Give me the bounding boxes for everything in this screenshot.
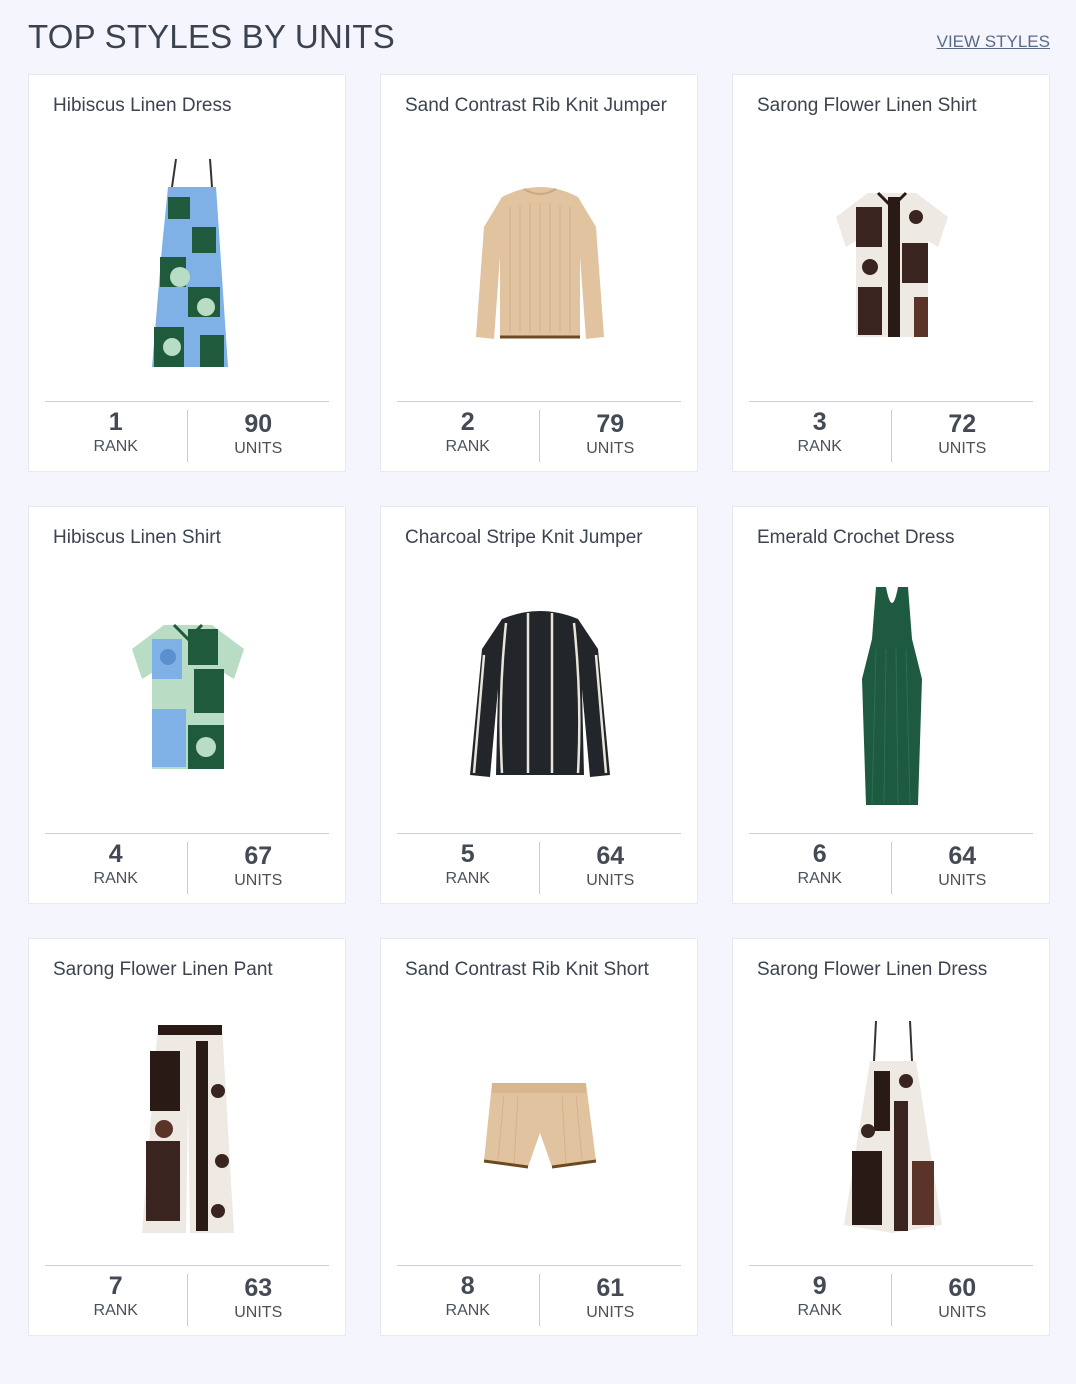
- product-card[interactable]: Sarong Flower Linen Shirt 3 RANK 72 UNIT…: [732, 74, 1050, 472]
- short-image: [440, 1011, 640, 1241]
- product-stats: 6 RANK 64 UNITS: [749, 833, 1033, 894]
- units-label: UNITS: [938, 440, 987, 457]
- product-card[interactable]: Charcoal Stripe Knit Jumper 5 RANK 64 UN…: [380, 506, 698, 904]
- rank-label: RANK: [797, 870, 842, 887]
- units-stat: 64 UNITS: [890, 842, 1034, 894]
- rank-stat: 8 RANK: [397, 1266, 539, 1326]
- rank-stat: 9 RANK: [749, 1266, 891, 1326]
- units-value: 72: [948, 410, 977, 438]
- rank-stat: 3 RANK: [749, 402, 891, 462]
- product-name: Emerald Crochet Dress: [757, 527, 955, 548]
- dress-image: [792, 1011, 992, 1241]
- dress-image: [792, 579, 992, 809]
- view-styles-link[interactable]: VIEW STYLES: [937, 32, 1050, 52]
- shirt-image: [88, 579, 288, 809]
- product-card[interactable]: Sand Contrast Rib Knit Jumper 2 RANK 79 …: [380, 74, 698, 472]
- units-value: 63: [244, 1274, 273, 1302]
- units-label: UNITS: [234, 1304, 283, 1321]
- rank-value: 2: [460, 408, 475, 436]
- units-value: 60: [948, 1274, 977, 1302]
- product-stats: 7 RANK 63 UNITS: [45, 1265, 329, 1326]
- product-stats: 5 RANK 64 UNITS: [397, 833, 681, 894]
- units-value: 64: [948, 842, 977, 870]
- product-name: Sarong Flower Linen Pant: [53, 959, 273, 980]
- product-name: Hibiscus Linen Dress: [53, 95, 232, 116]
- rank-label: RANK: [445, 1302, 490, 1319]
- rank-stat: 7 RANK: [45, 1266, 187, 1326]
- pant-image: [88, 1011, 288, 1241]
- rank-value: 4: [108, 840, 123, 868]
- page-header: TOP STYLES BY UNITS VIEW STYLES: [28, 16, 1050, 60]
- product-card[interactable]: Hibiscus Linen Shirt 4 RANK 67 UNITS: [28, 506, 346, 904]
- rank-value: 9: [812, 1272, 827, 1300]
- jumper-image: [440, 579, 640, 809]
- rank-value: 5: [460, 840, 475, 868]
- rank-stat: 1 RANK: [45, 402, 187, 462]
- product-stats: 3 RANK 72 UNITS: [749, 401, 1033, 462]
- dress-image: [88, 147, 288, 377]
- units-label: UNITS: [586, 440, 635, 457]
- jumper-image: [440, 147, 640, 377]
- rank-stat: 5 RANK: [397, 834, 539, 894]
- rank-label: RANK: [93, 870, 138, 887]
- units-label: UNITS: [938, 872, 987, 889]
- units-stat: 67 UNITS: [186, 842, 330, 894]
- product-name: Sarong Flower Linen Shirt: [757, 95, 977, 116]
- units-label: UNITS: [586, 1304, 635, 1321]
- product-stats: 4 RANK 67 UNITS: [45, 833, 329, 894]
- rank-value: 1: [108, 408, 123, 436]
- units-stat: 60 UNITS: [890, 1274, 1034, 1326]
- rank-label: RANK: [797, 1302, 842, 1319]
- product-name: Hibiscus Linen Shirt: [53, 527, 221, 548]
- rank-value: 7: [108, 1272, 123, 1300]
- rank-label: RANK: [93, 438, 138, 455]
- rank-stat: 4 RANK: [45, 834, 187, 894]
- units-value: 64: [596, 842, 625, 870]
- rank-value: 3: [812, 408, 827, 436]
- units-stat: 72 UNITS: [890, 410, 1034, 462]
- units-stat: 64 UNITS: [538, 842, 682, 894]
- rank-label: RANK: [445, 438, 490, 455]
- units-stat: 63 UNITS: [186, 1274, 330, 1326]
- product-grid: Hibiscus Linen Dress 1 RANK 90 UNITS San…: [28, 74, 1050, 1336]
- product-card[interactable]: Emerald Crochet Dress 6 RANK 64 UNITS: [732, 506, 1050, 904]
- rank-stat: 6 RANK: [749, 834, 891, 894]
- product-name: Sand Contrast Rib Knit Jumper: [405, 95, 667, 116]
- product-card[interactable]: Sarong Flower Linen Dress 9 RANK 60 UNIT…: [732, 938, 1050, 1336]
- product-stats: 8 RANK 61 UNITS: [397, 1265, 681, 1326]
- units-value: 67: [244, 842, 273, 870]
- units-value: 90: [244, 410, 273, 438]
- units-stat: 90 UNITS: [186, 410, 330, 462]
- product-stats: 9 RANK 60 UNITS: [749, 1265, 1033, 1326]
- units-label: UNITS: [938, 1304, 987, 1321]
- rank-label: RANK: [445, 870, 490, 887]
- shirt-image: [792, 147, 992, 377]
- units-value: 61: [596, 1274, 625, 1302]
- rank-label: RANK: [93, 1302, 138, 1319]
- product-stats: 1 RANK 90 UNITS: [45, 401, 329, 462]
- units-value: 79: [596, 410, 625, 438]
- product-name: Sand Contrast Rib Knit Short: [405, 959, 649, 980]
- product-name: Charcoal Stripe Knit Jumper: [405, 527, 643, 548]
- units-stat: 61 UNITS: [538, 1274, 682, 1326]
- product-card[interactable]: Sand Contrast Rib Knit Short 8 RANK 61 U…: [380, 938, 698, 1336]
- product-stats: 2 RANK 79 UNITS: [397, 401, 681, 462]
- product-name: Sarong Flower Linen Dress: [757, 959, 988, 980]
- product-card[interactable]: Sarong Flower Linen Pant 7 RANK 63 UNITS: [28, 938, 346, 1336]
- rank-stat: 2 RANK: [397, 402, 539, 462]
- page-title: TOP STYLES BY UNITS: [28, 18, 395, 55]
- units-label: UNITS: [586, 872, 635, 889]
- units-label: UNITS: [234, 440, 283, 457]
- rank-value: 6: [812, 840, 827, 868]
- units-label: UNITS: [234, 872, 283, 889]
- rank-value: 8: [460, 1272, 475, 1300]
- rank-label: RANK: [797, 438, 842, 455]
- units-stat: 79 UNITS: [538, 410, 682, 462]
- product-card[interactable]: Hibiscus Linen Dress 1 RANK 90 UNITS: [28, 74, 346, 472]
